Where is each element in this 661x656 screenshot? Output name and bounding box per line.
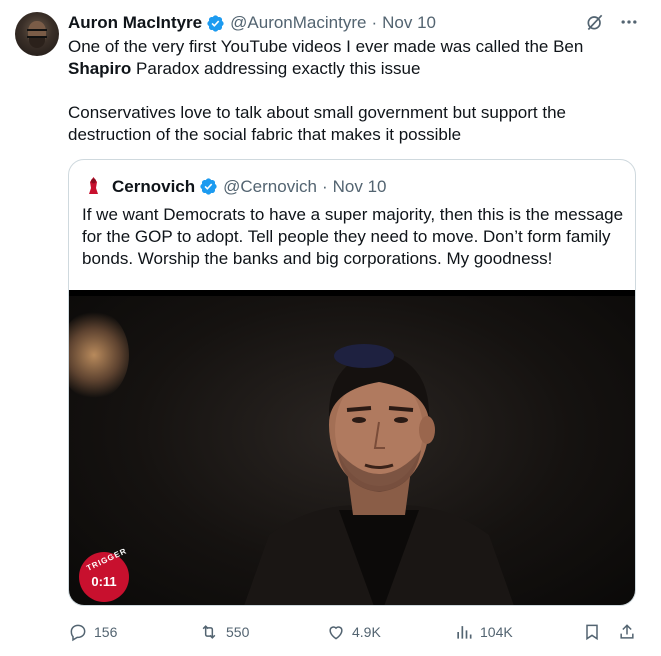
reply-count: 156: [94, 624, 118, 640]
share-icon: [620, 624, 634, 639]
quote-text: If we want Democrats to have a super maj…: [82, 205, 624, 268]
tweet-text-bold: Shapiro: [68, 59, 132, 78]
reply-icon: [70, 624, 86, 642]
author-name[interactable]: Auron MacIntyre: [68, 13, 202, 33]
more-icon[interactable]: [619, 12, 639, 32]
tweet-header: Auron MacIntyre @AuronMacintyre · Nov 10: [68, 11, 641, 35]
quote-tweet[interactable]: Cernovich @Cernovich · Nov 10 If we want…: [68, 159, 636, 606]
verified-badge-icon: [200, 178, 217, 195]
grok-icon[interactable]: [585, 12, 605, 32]
share-button[interactable]: [617, 622, 637, 642]
repost-icon: [202, 625, 216, 639]
views-button[interactable]: 104K: [454, 622, 513, 642]
tweet-text: One of the very first YouTube videos I e…: [68, 36, 638, 146]
quote-author-handle[interactable]: @Cernovich: [223, 177, 317, 197]
reply-button[interactable]: 156: [68, 622, 117, 642]
tweet-text-part: One of the very first YouTube videos I e…: [68, 37, 584, 56]
separator-dot: ·: [371, 13, 378, 32]
video-player[interactable]: 0:11 TRIGGER: [69, 290, 635, 605]
like-icon: [329, 626, 343, 640]
author-handle[interactable]: @AuronMacintyre: [230, 13, 366, 33]
bookmark-icon: [586, 624, 598, 641]
tweet-date[interactable]: Nov 10: [382, 13, 436, 33]
like-count: 4.9K: [352, 624, 381, 640]
video-top-bar: [69, 290, 635, 296]
quote-author-name[interactable]: Cernovich: [112, 177, 195, 197]
avatar-beard: [29, 38, 45, 48]
quote-date[interactable]: Nov 10: [333, 177, 387, 197]
view-count: 104K: [480, 624, 513, 640]
avatar-glasses: [27, 29, 47, 38]
like-button[interactable]: 4.9K: [326, 622, 381, 642]
quote-header: Cernovich @Cernovich · Nov 10: [81, 174, 386, 199]
repost-count: 550: [226, 624, 250, 640]
video-duration-badge: 0:11 TRIGGER: [79, 546, 129, 602]
tweet-paragraph-1: One of the very first YouTube videos I e…: [68, 36, 638, 80]
tweet-text-part: Paradox addressing exactly this issue: [131, 59, 421, 78]
tweet-actions: 156 550 4.9K 104K: [68, 619, 643, 645]
author-avatar[interactable]: [15, 12, 59, 56]
quote-avatar: [81, 174, 106, 199]
tweet-paragraph-2: Conservatives love to talk about small g…: [68, 103, 566, 144]
video-person-image: [244, 344, 514, 605]
bookmark-button[interactable]: [582, 622, 602, 642]
tweet-top-icons: [585, 12, 639, 32]
repost-button[interactable]: 550: [198, 622, 249, 642]
verified-badge-icon: [207, 14, 224, 32]
separator-dot: ·: [321, 176, 328, 196]
video-background-light: [69, 310, 129, 400]
views-icon: [457, 626, 472, 639]
